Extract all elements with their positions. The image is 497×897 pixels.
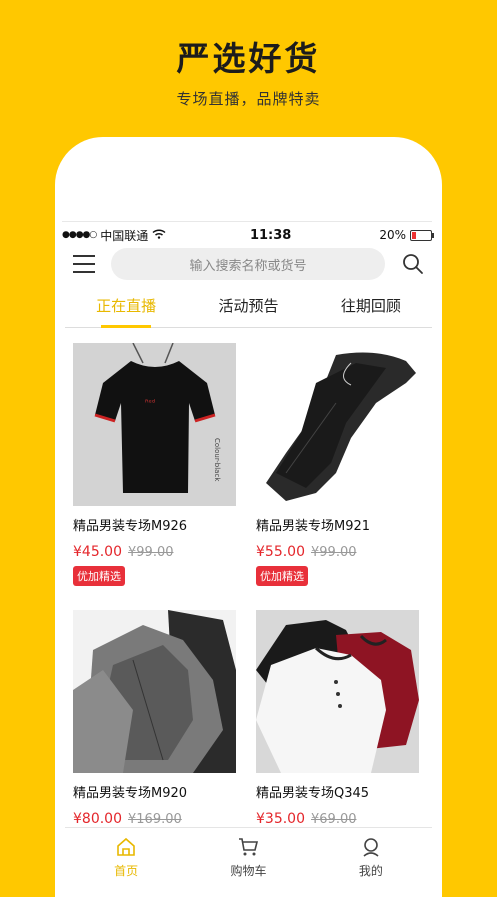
bottom-nav: 首页 购物车 我的 bbox=[65, 827, 432, 888]
product-image-black-pants[interactable] bbox=[256, 343, 419, 506]
profile-icon bbox=[363, 838, 379, 857]
nav-profile[interactable]: 我的 bbox=[310, 828, 432, 888]
product-price: ¥45.00 bbox=[73, 544, 122, 560]
cart-icon bbox=[239, 838, 259, 856]
product-price: ¥55.00 bbox=[256, 544, 305, 560]
product-card[interactable]: 精品男装专场M920 ¥80.00 ¥169.00 bbox=[73, 610, 238, 827]
product-name: 精品男装专场M926 bbox=[73, 519, 188, 534]
battery-icon bbox=[410, 229, 434, 241]
product-badge: 优加精选 bbox=[73, 566, 125, 586]
product-badge: 优加精选 bbox=[256, 566, 308, 586]
product-old-price: ¥169.00 bbox=[128, 812, 182, 827]
status-bar: ●●●●○ 中国联通 11:38 20% bbox=[62, 221, 434, 246]
search-input[interactable]: 输入搜索名称或货号 bbox=[111, 248, 385, 280]
product-card[interactable]: 精品男装专场M921 ¥55.00 ¥99.00 优加精选 bbox=[256, 343, 421, 586]
product-old-price: ¥99.00 bbox=[311, 545, 357, 560]
nav-cart[interactable]: 购物车 bbox=[187, 828, 309, 888]
svg-text:Colour-black: Colour-black bbox=[213, 438, 221, 482]
phone-frame: ●●●●○ 中国联通 11:38 20% 输入搜索名称或货号 正在直播 活动预告… bbox=[55, 137, 442, 897]
product-price: ¥80.00 bbox=[73, 811, 122, 827]
nav-cart-label: 购物车 bbox=[230, 864, 267, 878]
svg-text:ᴿᵉᵈ: ᴿᵉᵈ bbox=[145, 398, 155, 407]
tab-bar: 正在直播 活动预告 往期回顾 bbox=[65, 287, 432, 328]
search-icon[interactable] bbox=[402, 253, 424, 275]
product-card[interactable]: 精品男装专场Q345 ¥35.00 ¥69.00 bbox=[256, 610, 421, 827]
battery-percent: 20% bbox=[379, 228, 406, 242]
search-bar: 输入搜索名称或货号 bbox=[55, 245, 442, 285]
product-name: 精品男装专场M921 bbox=[256, 519, 371, 534]
tab-past[interactable]: 往期回顾 bbox=[310, 287, 432, 327]
product-old-price: ¥69.00 bbox=[311, 812, 357, 827]
nav-profile-label: 我的 bbox=[358, 864, 383, 878]
promo-subtitle: 专场直播，品牌特卖 bbox=[176, 90, 321, 108]
clock: 11:38 bbox=[249, 227, 292, 243]
product-card[interactable]: ᴿᵉᵈ Colour-black 精品男装专场M926 ¥45.00 ¥99.0… bbox=[73, 343, 238, 586]
product-name: 精品男装专场Q345 bbox=[256, 786, 370, 801]
nav-home-label: 首页 bbox=[114, 864, 139, 878]
product-image-polo-shirts[interactable] bbox=[256, 610, 419, 773]
product-name: 精品男装专场M920 bbox=[73, 786, 188, 801]
carrier-label: 中国联通 bbox=[100, 228, 149, 243]
product-image-gray-jackets[interactable] bbox=[73, 610, 236, 773]
signal-icon: ●●●●○ bbox=[62, 230, 97, 240]
menu-icon[interactable] bbox=[73, 255, 95, 273]
product-image-black-tshirt[interactable]: ᴿᵉᵈ Colour-black bbox=[73, 343, 236, 506]
tab-preview[interactable]: 活动预告 bbox=[187, 287, 309, 327]
product-price: ¥35.00 bbox=[256, 811, 305, 827]
product-old-price: ¥99.00 bbox=[128, 545, 174, 560]
promo-title: 严选好货 bbox=[176, 39, 321, 78]
home-icon bbox=[117, 837, 135, 856]
nav-home[interactable]: 首页 bbox=[65, 828, 187, 888]
tab-live[interactable]: 正在直播 bbox=[65, 287, 187, 328]
